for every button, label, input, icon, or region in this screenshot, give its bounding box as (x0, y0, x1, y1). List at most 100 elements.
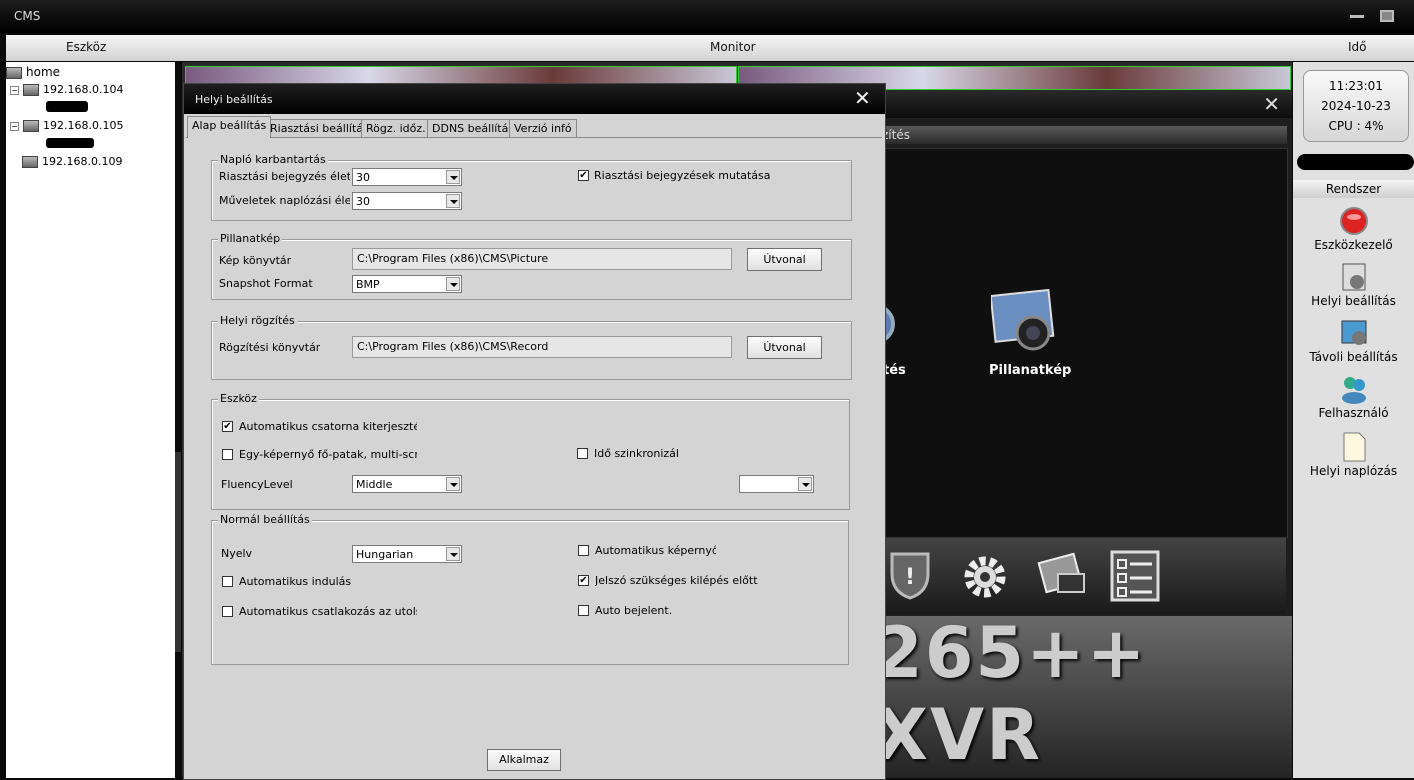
title-bar: CMS (0, 0, 1414, 33)
chevron-down-icon (446, 477, 460, 491)
right-panel-item-label: Helyi beállítás (1311, 294, 1396, 308)
right-panel-item-label: Helyi naplózás (1309, 464, 1398, 478)
password-exit-checkbox[interactable]: ✔ (578, 575, 589, 586)
snapshot-menu-label: Pillanatkép (989, 363, 1072, 378)
remote-settings-icon (1341, 320, 1366, 345)
system-panel-title: Rendszer (1293, 180, 1414, 198)
group-title: Helyi rögzítés (218, 314, 297, 327)
checklist-icon[interactable] (1110, 550, 1162, 602)
auto-expand-label: Automatikus csatorna kiterjesztés cs (239, 420, 417, 433)
auto-login-checkbox[interactable] (578, 605, 589, 616)
local-settings-button[interactable]: Helyi beállítás (1293, 262, 1414, 308)
camera-icon[interactable] (991, 289, 1057, 355)
home-icon (6, 67, 22, 79)
tab-version[interactable]: Verzió infó (509, 119, 577, 138)
record-dir-label: Rögzítési könyvtár (219, 341, 321, 354)
auto-login-label: Auto bejelent. (595, 604, 673, 617)
local-log-button[interactable]: Helyi naplózás (1293, 432, 1414, 478)
auto-start-checkbox[interactable] (222, 576, 233, 587)
tree-device[interactable]: − 192.168.0.105 (10, 119, 123, 132)
single-screen-label: Egy-képernyő fő-patak, multi-screen (239, 448, 417, 461)
chevron-down-icon (446, 547, 460, 561)
auto-screen-lock-checkbox[interactable] (578, 545, 589, 556)
background-menu-window: ✕ zítés tés Pillanatkép ! (875, 90, 1292, 616)
close-icon[interactable]: ✕ (1263, 92, 1280, 116)
picture-path-button[interactable]: Útvonal (747, 248, 822, 271)
collapse-icon[interactable]: − (10, 85, 19, 95)
apply-button[interactable]: Alkalmaz (487, 749, 561, 771)
alarm-life-select[interactable]: 30 (352, 168, 462, 186)
op-life-value: 30 (356, 195, 370, 208)
chevron-down-icon (446, 170, 460, 184)
alarm-shield-icon[interactable]: ! (888, 550, 932, 600)
op-life-select[interactable]: 30 (352, 192, 462, 210)
single-screen-checkbox[interactable] (222, 449, 233, 460)
normal-settings-group: Normál beállítás Nyelv Hungarian Automat… (211, 513, 849, 665)
picture-dir-field[interactable]: C:\Program Files (x86)\CMS\Picture (352, 248, 732, 270)
auto-expand-checkbox[interactable]: ✔ (222, 421, 233, 432)
snapshot-format-value: BMP (356, 278, 380, 291)
language-label: Nyelv (221, 547, 253, 560)
log-maintenance-group: Napló karbantartás Riasztási bejegyzés é… (211, 153, 852, 221)
redacted-channel (46, 101, 88, 112)
remote-settings-button[interactable]: Távoli beállítás (1293, 318, 1414, 364)
minimize-button[interactable] (1350, 10, 1364, 22)
header-time-label[interactable]: Idő (1348, 40, 1367, 54)
panel-splitter[interactable] (175, 62, 181, 778)
tab-alarm[interactable]: Riasztási beállítás (265, 119, 374, 138)
xvr-banner: 265++ XVR (882, 616, 1292, 778)
clock-widget: 11:23:01 2024-10-23 CPU : 4% (1303, 70, 1409, 142)
background-window-titlebar: ✕ (882, 90, 1292, 118)
device-group: Eszköz ✔ Automatikus csatorna kiterjeszt… (211, 392, 850, 510)
auto-connect-checkbox[interactable] (222, 606, 233, 617)
tab-basic[interactable]: Alap beállítás (187, 116, 272, 138)
cpu-usage: CPU : 4% (1328, 119, 1384, 133)
tree-device[interactable]: − 192.168.0.104 (10, 83, 123, 96)
right-panel-item-label: Felhasználó (1318, 406, 1389, 420)
language-value: Hungarian (356, 548, 414, 561)
device-icon (22, 156, 38, 168)
local-settings-icon (1342, 263, 1365, 291)
partial-menu-label: tés (883, 363, 906, 378)
alarm-life-value: 30 (356, 171, 370, 184)
picture-dir-label: Kép könyvtár (219, 254, 292, 267)
record-path-button[interactable]: Útvonal (747, 336, 822, 359)
clock-date: 2024-10-23 (1321, 99, 1391, 113)
fluency-select[interactable]: Middle (352, 475, 462, 493)
auto-start-label: Automatikus indulás (239, 575, 352, 588)
xvr-banner-text: 265++ XVR (882, 616, 1148, 776)
device-manager-button[interactable]: Eszközkezelő (1293, 206, 1414, 252)
system-panel: 11:23:01 2024-10-23 CPU : 4% Rendszer Es… (1293, 62, 1414, 778)
main-header: Eszköz Monitor Idő (6, 35, 1414, 61)
device-config-icon[interactable] (1032, 544, 1090, 602)
maximize-button[interactable] (1380, 10, 1394, 22)
device-icon (23, 120, 39, 132)
time-sync-checkbox[interactable] (577, 448, 588, 459)
fluency-value: Middle (356, 478, 393, 491)
header-device-label[interactable]: Eszköz (66, 40, 106, 54)
time-sync-select[interactable] (739, 475, 814, 493)
user-button[interactable]: Felhasználó (1293, 374, 1414, 420)
collapse-icon[interactable]: − (10, 121, 19, 131)
show-alarm-checkbox[interactable]: ✔ (578, 170, 589, 181)
users-icon (1341, 377, 1366, 404)
tree-root[interactable]: home (6, 65, 60, 79)
local-settings-dialog: Helyi beállítás ✕ Alap beállítás Riasztá… (183, 83, 886, 780)
tree-device[interactable]: 192.168.0.109 (22, 155, 122, 168)
snapshot-format-label: Snapshot Format (219, 277, 313, 290)
clock-time: 11:23:01 (1329, 79, 1383, 93)
language-select[interactable]: Hungarian (352, 545, 462, 563)
snapshot-format-select[interactable]: BMP (352, 275, 462, 293)
tab-record-schedule[interactable]: Rögz. időz. (361, 119, 431, 138)
record-dir-field[interactable]: C:\Program Files (x86)\CMS\Record (352, 336, 732, 358)
group-title: Pillanatkép (218, 232, 283, 245)
close-icon[interactable]: ✕ (854, 86, 871, 110)
header-monitor-label[interactable]: Monitor (710, 40, 756, 54)
dialog-title: Helyi beállítás (195, 93, 273, 106)
auto-connect-label: Automatikus csatlakozás az utolsó me (239, 605, 417, 618)
device-icon (23, 84, 39, 96)
tab-ddns[interactable]: DDNS beállítás (427, 119, 520, 138)
settings-gear-icon[interactable] (960, 552, 1010, 602)
redacted-channel (46, 138, 94, 148)
group-title: Eszköz (218, 392, 259, 405)
